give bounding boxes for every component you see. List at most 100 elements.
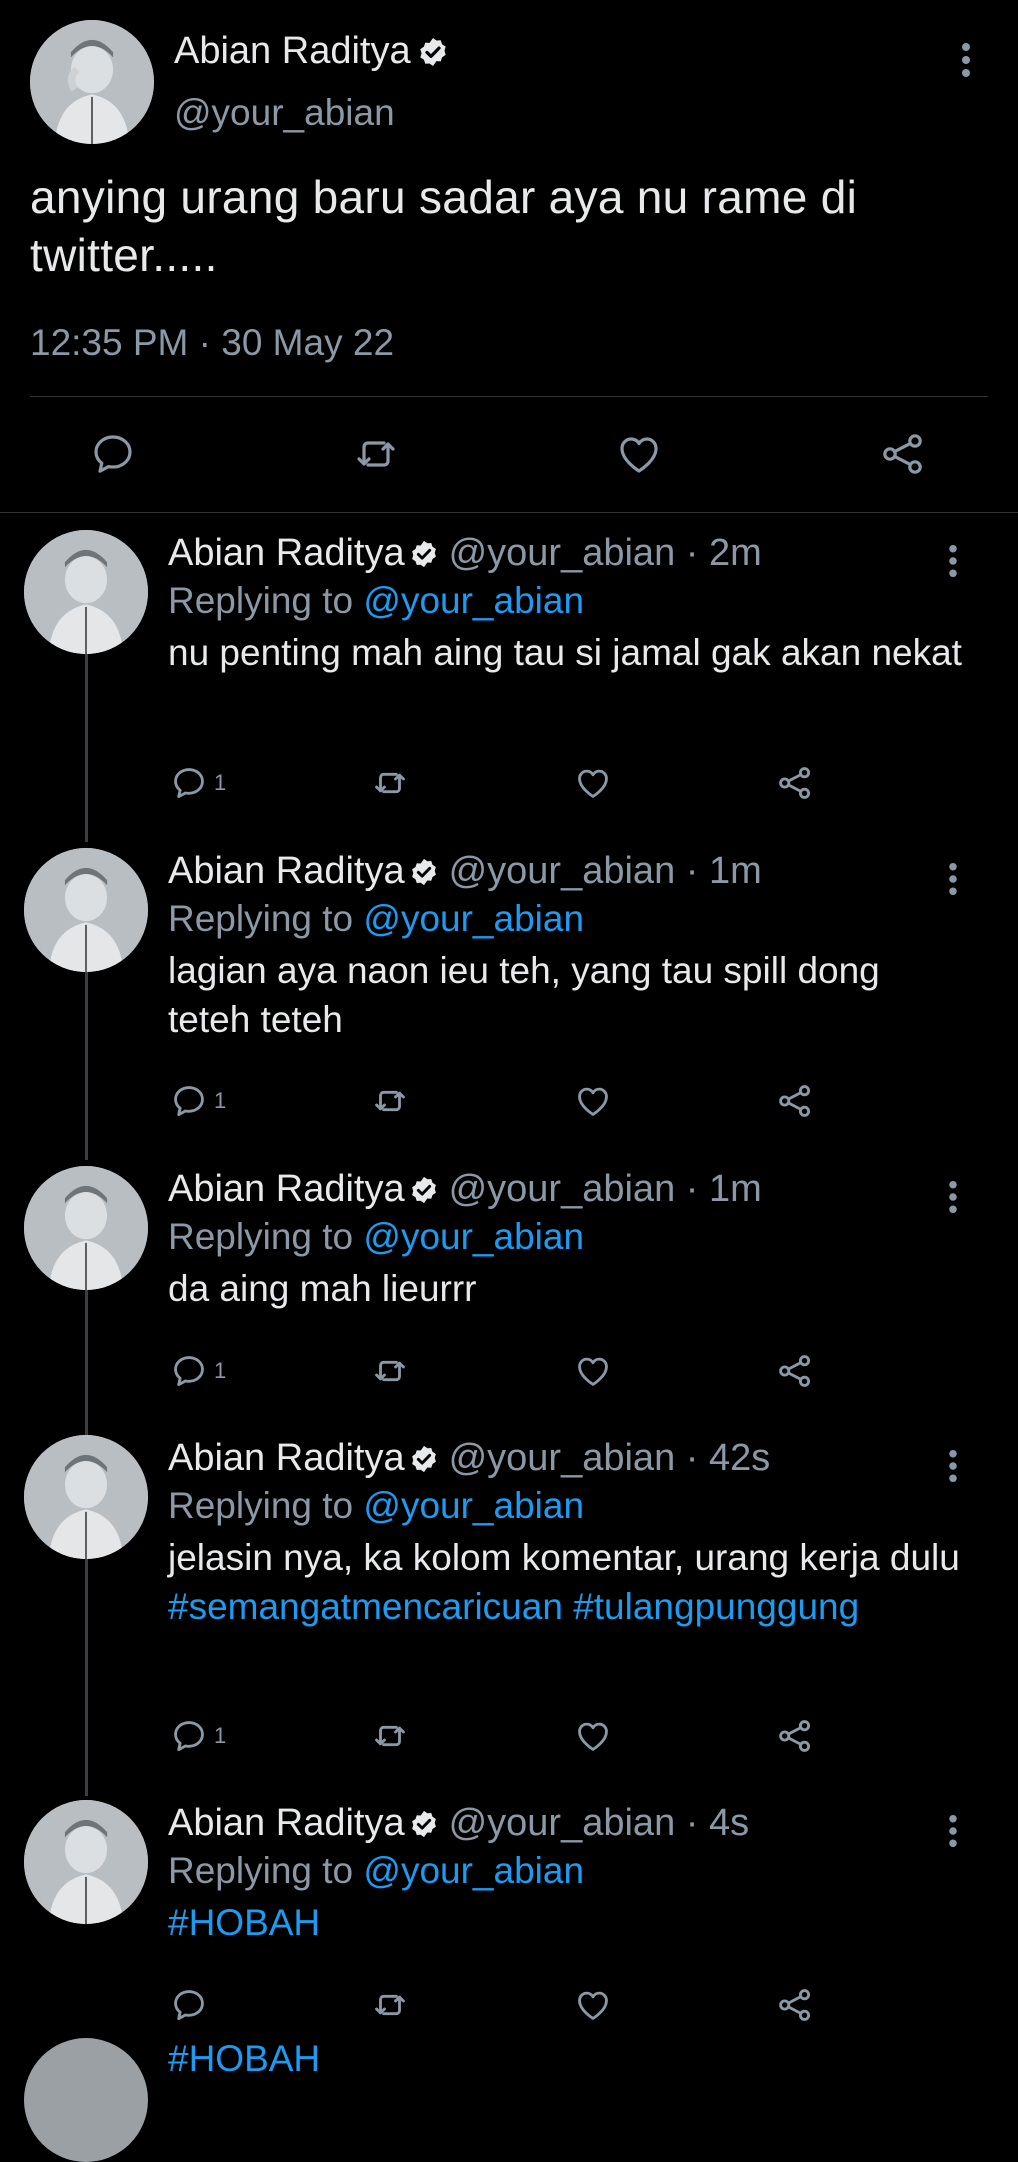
more-options-icon[interactable] [960, 42, 972, 78]
share-icon[interactable] [776, 1352, 814, 1390]
replying-to: Replying to @your_abian [168, 1216, 584, 1258]
like-icon[interactable] [574, 1717, 612, 1755]
retweet-icon[interactable] [370, 764, 410, 802]
share-icon[interactable] [776, 1717, 814, 1755]
share-icon[interactable] [776, 1082, 814, 1120]
reply-actions: 1 [0, 764, 1018, 808]
replying-to-label: Replying to [168, 580, 354, 621]
reply-tweet[interactable]: Abian Raditya @your_abian · 1m Replying … [0, 838, 1018, 1138]
retweet-icon[interactable] [370, 1082, 410, 1120]
replying-to: Replying to @your_abian [168, 1850, 584, 1892]
replying-to: Replying to @your_abian [168, 580, 584, 622]
avatar[interactable] [24, 1435, 148, 1559]
share-icon[interactable] [776, 1986, 814, 2024]
divider [0, 512, 1018, 513]
replying-to-mention[interactable]: @your_abian [363, 1850, 584, 1891]
avatar[interactable] [24, 2038, 148, 2162]
replying-to-label: Replying to [168, 1485, 354, 1526]
like-icon[interactable] [614, 430, 664, 478]
verified-badge-icon [409, 1175, 439, 1205]
reply-text: da aing mah lieurrr [168, 1268, 477, 1309]
avatar-photo [24, 1800, 148, 1924]
avatar[interactable] [24, 1166, 148, 1290]
like-icon[interactable] [574, 1986, 612, 2024]
replying-to-mention[interactable]: @your_abian [363, 898, 584, 939]
more-options-icon[interactable] [947, 544, 959, 578]
more-options-icon[interactable] [947, 1180, 959, 1214]
reply-tweet[interactable]: Abian Raditya @your_abian · 42s Replying… [0, 1425, 1018, 1785]
reply-icon[interactable]: 1 [170, 1352, 226, 1390]
author-name[interactable]: Abian Raditya [174, 30, 449, 73]
avatar-photo [24, 1435, 148, 1559]
reply-icon[interactable] [170, 1986, 208, 2024]
handle-and-time: @your_abian · 4s [448, 1802, 750, 1844]
reply-header: Abian Raditya @your_abian · 4s [168, 1802, 749, 1845]
hashtag-link[interactable]: #semangatmencaricuan [168, 1586, 563, 1627]
main-tweet: Abian Raditya @your_abian anying urang b… [0, 0, 1018, 512]
reply-header: Abian Raditya @your_abian · 1m [168, 850, 762, 893]
reply-header: Abian Raditya @your_abian · 1m [168, 1168, 762, 1211]
avatar-photo [24, 848, 148, 972]
author-name[interactable]: Abian Raditya [168, 850, 405, 893]
retweet-icon[interactable] [350, 430, 402, 478]
author-name[interactable]: Abian Raditya [168, 532, 405, 575]
replying-to: Replying to @your_abian [168, 1485, 584, 1527]
tweet-actions [0, 430, 1018, 480]
author-handle[interactable]: @your_abian [174, 92, 395, 134]
avatar[interactable] [24, 530, 148, 654]
replying-to-label: Replying to [168, 1216, 354, 1257]
share-icon[interactable] [878, 430, 928, 478]
replying-to-mention[interactable]: @your_abian [363, 1485, 584, 1526]
more-options-icon[interactable] [947, 1449, 959, 1483]
verified-badge-icon [409, 539, 439, 569]
replying-to-mention[interactable]: @your_abian [363, 1216, 584, 1257]
avatar[interactable] [24, 1800, 148, 1924]
like-icon[interactable] [574, 1082, 612, 1120]
avatar-photo [24, 1166, 148, 1290]
more-options-icon[interactable] [947, 1814, 959, 1848]
handle-and-time: @your_abian · 1m [448, 850, 762, 892]
avatar[interactable] [30, 20, 154, 144]
replying-to-mention[interactable]: @your_abian [363, 580, 584, 621]
author-name[interactable]: Abian Raditya [168, 1437, 405, 1480]
avatar-photo [30, 20, 154, 144]
author-name[interactable]: Abian Raditya [168, 1802, 405, 1845]
reply-tweet[interactable]: Abian Raditya @your_abian · 4s Replying … [0, 1790, 1018, 2030]
verified-badge-icon [409, 1444, 439, 1474]
hashtag-link[interactable]: #tulangpunggung [573, 1586, 859, 1627]
verified-badge-icon [417, 36, 449, 68]
handle-and-time: @your_abian · 42s [448, 1437, 771, 1479]
tweet-timestamp: 12:35 PM · 30 May 22 [30, 322, 395, 363]
retweet-icon[interactable] [370, 1717, 410, 1755]
reply-count: 1 [214, 770, 227, 795]
hashtag-link[interactable]: #HOBAH [168, 1902, 320, 1943]
reply-tweet[interactable]: Abian Raditya @your_abian · 2m Replying … [0, 520, 1018, 820]
author-name[interactable]: Abian Raditya [168, 1168, 405, 1211]
like-icon[interactable] [574, 1352, 612, 1390]
like-icon[interactable] [574, 764, 612, 802]
reply-icon[interactable]: 1 [170, 1717, 226, 1755]
avatar[interactable] [24, 848, 148, 972]
reply-icon[interactable]: 1 [170, 1082, 226, 1120]
reply-header: Abian Raditya @your_abian · 2m [168, 532, 762, 575]
hashtag-link[interactable]: #HOBAH [168, 2038, 320, 2080]
retweet-icon[interactable] [370, 1352, 410, 1390]
reply-icon[interactable] [88, 430, 138, 478]
handle-and-time: @your_abian · 2m [448, 532, 762, 574]
verified-badge-icon [409, 857, 439, 887]
reply-icon[interactable]: 1 [170, 764, 226, 802]
reply-header: Abian Raditya @your_abian · 42s [168, 1437, 770, 1480]
reply-tweet[interactable]: Abian Raditya @your_abian · 1m Replying … [0, 1156, 1018, 1406]
reply-actions: 1 [0, 1082, 1018, 1126]
reply-text-body: jelasin nya, ka kolom komentar, urang ke… [168, 1537, 960, 1578]
share-icon[interactable] [776, 764, 814, 802]
reply-count: 1 [214, 1723, 227, 1748]
reply-count: 1 [214, 1088, 227, 1113]
reply-text: lagian aya naon ieu teh, yang tau spill … [168, 950, 880, 1040]
reply-count: 1 [214, 1358, 227, 1383]
replying-to: Replying to @your_abian [168, 898, 584, 940]
more-options-icon[interactable] [947, 862, 959, 896]
divider [30, 396, 988, 397]
reply-text: jelasin nya, ka kolom komentar, urang ke… [168, 1533, 968, 1631]
retweet-icon[interactable] [370, 1986, 410, 2024]
